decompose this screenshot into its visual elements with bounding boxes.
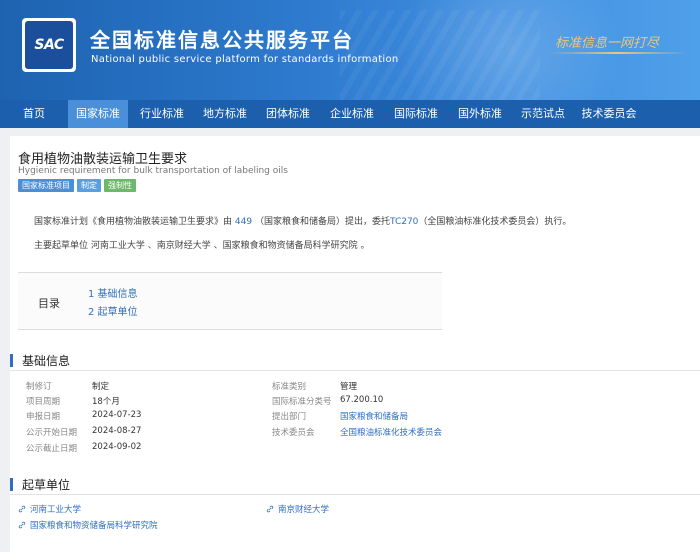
link-icon <box>18 505 26 513</box>
field-revision-value: 制定 <box>92 380 109 392</box>
link-icon <box>18 521 26 529</box>
field-category: 标准类别 <box>272 380 306 392</box>
nav-national-standards[interactable]: 国家标准 <box>68 100 128 128</box>
nav-technical-committee[interactable]: 技术委员会 <box>576 100 642 128</box>
tc-link[interactable]: TC270 <box>390 217 418 227</box>
drafting-units-header: 起草单位 <box>10 476 70 493</box>
link-icon <box>266 505 274 513</box>
field-value: 2024-09-02 <box>92 442 142 452</box>
field-label: 国际标准分类号 <box>272 397 332 407</box>
field-label: 提出部门 <box>272 412 307 422</box>
field-value: 18个月 <box>92 397 120 407</box>
field-label: 制修订 <box>26 382 52 392</box>
field-cycle-value: 18个月 <box>92 395 120 407</box>
field-value: 2024-07-23 <box>92 410 142 420</box>
drafters-description: 主要起草单位 河南工业大学 、南京财经大学 、国家粮食和物资储备局科学研究院 。 <box>34 241 370 251</box>
plan-text-middle: （国家粮食和储备局）提出，委托 <box>254 217 390 227</box>
field-publicity-start-value: 2024-08-27 <box>92 426 141 436</box>
toc-label: 目录 <box>38 297 60 310</box>
field-value: 2024-08-27 <box>92 426 142 436</box>
field-apply-date: 申报日期 <box>26 410 60 422</box>
plan-text-suffix: （全国粮油标准化技术委员会）执行。 <box>418 217 572 227</box>
field-proposer-value: 国家粮食和储备局 <box>340 410 408 422</box>
tag-revision-type: 制定 <box>77 179 101 192</box>
drafting-units-title: 起草单位 <box>22 478 71 492</box>
field-label: 公示开始日期 <box>26 428 78 438</box>
basic-info-header: 基础信息 <box>10 352 70 369</box>
nav-local-standards[interactable]: 地方标准 <box>195 100 255 128</box>
field-publicity-end-value: 2024-09-02 <box>92 442 141 452</box>
committee-link[interactable]: 全国粮油标准化技术委员会 <box>340 428 442 438</box>
field-value: 管理 <box>340 382 358 392</box>
field-label: 技术委员会 <box>272 428 315 438</box>
nav-home[interactable]: 首页 <box>6 100 62 128</box>
section-marker <box>10 354 13 367</box>
drafting-unit-name: 河南工业大学 <box>30 505 82 515</box>
nav-industry-standards[interactable]: 行业标准 <box>132 100 192 128</box>
field-ics: 国际标准分类号 <box>272 395 332 407</box>
basic-info-title: 基础信息 <box>22 354 71 368</box>
field-publicity-start: 公示开始日期 <box>26 426 77 438</box>
drafting-unit-link[interactable]: 河南工业大学 <box>18 503 81 515</box>
section-marker <box>10 478 13 491</box>
status-tags: 国家标准项目 制定 强制性 <box>18 179 136 192</box>
nav-enterprise-standards[interactable]: 企业标准 <box>322 100 382 128</box>
site-title-en: National public service platform for sta… <box>91 54 399 65</box>
field-value: 67.200.10 <box>340 395 384 405</box>
sac-logo[interactable]: SAC <box>22 18 76 72</box>
tag-mandatory: 强制性 <box>104 179 136 192</box>
standard-subtitle-en: Hygienic requirement for bulk transporta… <box>18 166 288 176</box>
toc-item-basic-info[interactable]: 1 基础信息 <box>88 285 138 300</box>
logo-text: SAC <box>34 37 64 53</box>
slogan-underline <box>548 52 688 54</box>
table-of-contents: 目录 1 基础信息 2 起草单位 <box>18 272 442 330</box>
field-cycle: 项目周期 <box>26 395 60 407</box>
field-value: 制定 <box>92 382 110 392</box>
tag-project-type: 国家标准项目 <box>18 179 74 192</box>
field-committee: 技术委员会 <box>272 426 315 438</box>
section-divider <box>10 370 700 371</box>
proposer-link[interactable]: 国家粮食和储备局 <box>340 412 408 422</box>
site-slogan: 标准信息一网打尽 <box>555 36 660 51</box>
field-category-value: 管理 <box>340 380 357 392</box>
field-label: 申报日期 <box>26 412 61 422</box>
nav-group-standards[interactable]: 团体标准 <box>258 100 318 128</box>
proposing-dept-link[interactable]: 449 <box>235 217 252 227</box>
field-publicity-end: 公示截止日期 <box>26 442 77 454</box>
nav-international-standards[interactable]: 国际标准 <box>386 100 446 128</box>
drafting-unit-name: 南京财经大学 <box>278 505 330 515</box>
field-proposer: 提出部门 <box>272 410 306 422</box>
site-title: 全国标准信息公共服务平台 <box>90 28 354 52</box>
field-label: 标准类别 <box>272 382 307 392</box>
toc-item-drafting-units[interactable]: 2 起草单位 <box>88 303 138 318</box>
field-apply-date-value: 2024-07-23 <box>92 410 141 420</box>
drafting-unit-name: 国家粮食和物资储备局科学研究院 <box>30 521 158 531</box>
plan-text-prefix: 国家标准计划《食用植物油散装运输卫生要求》由 <box>34 217 233 227</box>
field-revision: 制修订 <box>26 380 52 392</box>
content-card: 食用植物油散装运输卫生要求 Hygienic requirement for b… <box>10 136 700 552</box>
plan-description: 国家标准计划《食用植物油散装运输卫生要求》由 449 （国家粮食和储备局）提出，… <box>34 214 571 227</box>
field-ics-value: 67.200.10 <box>340 395 383 405</box>
site-header: SAC 全国标准信息公共服务平台 National public service… <box>0 0 700 100</box>
drafting-unit-link[interactable]: 南京财经大学 <box>266 503 329 515</box>
nav-foreign-standards[interactable]: 国外标准 <box>450 100 510 128</box>
field-committee-value: 全国粮油标准化技术委员会 <box>340 426 442 438</box>
nav-pilot[interactable]: 示范试点 <box>514 100 572 128</box>
main-nav: 首页 国家标准 行业标准 地方标准 团体标准 企业标准 国际标准 国外标准 示范… <box>0 100 700 128</box>
standard-title: 食用植物油散装运输卫生要求 <box>18 152 188 167</box>
section-divider <box>10 494 700 495</box>
drafting-unit-link[interactable]: 国家粮食和物资储备局科学研究院 <box>18 519 158 531</box>
field-label: 公示截止日期 <box>26 444 78 454</box>
field-label: 项目周期 <box>26 397 61 407</box>
